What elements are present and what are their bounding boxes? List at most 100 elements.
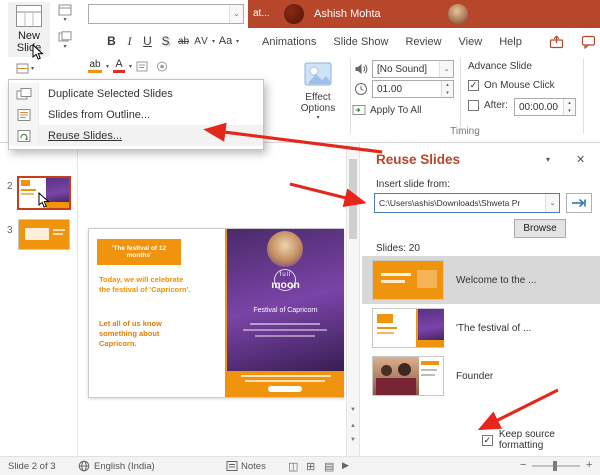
browse-button-label: Browse <box>523 223 556 234</box>
checkbox-checked-icon: ✓ <box>482 435 493 446</box>
duration-spinner[interactable]: 01.00 ▴▾ <box>372 80 454 98</box>
slide-3-thumbnail[interactable] <box>18 219 70 250</box>
thumb-text-bar <box>381 280 405 283</box>
logo-text-bottom: moon <box>227 279 344 291</box>
normal-view-icon[interactable]: ◫ <box>288 460 298 473</box>
keep-source-formatting-checkbox[interactable]: ✓ Keep source formatting <box>482 429 600 451</box>
sound-value: [No Sound] <box>373 64 427 75</box>
on-mouse-click-label: On Mouse Click <box>484 80 555 91</box>
comments-icon[interactable] <box>581 35 596 49</box>
tab-review[interactable]: Review <box>405 36 441 48</box>
reset-split-button[interactable]: ▾ <box>53 31 77 53</box>
effect-options-icon <box>304 62 332 86</box>
tab-slide-show[interactable]: Slide Show <box>333 36 388 48</box>
insert-path-combobox[interactable]: C:\Users\ashis\Downloads\Shweta Pr ⌄ <box>374 193 560 213</box>
font-color-button[interactable]: A <box>113 59 125 73</box>
after-checkbox[interactable]: After: <box>468 100 508 111</box>
text-shadow-button[interactable]: S <box>158 31 173 51</box>
poster-photo <box>267 231 303 267</box>
highlight-color-button[interactable]: ab <box>88 59 102 73</box>
insert-arrow-button[interactable] <box>566 193 592 213</box>
after-time-spinner[interactable]: 00:00.00 ▴▾ <box>514 98 576 116</box>
layout-split-button[interactable]: ▾ <box>53 4 77 26</box>
pane-close-icon[interactable]: ✕ <box>576 153 585 166</box>
thumb-text-bar <box>421 369 437 371</box>
zoom-in-icon[interactable]: + <box>586 459 592 471</box>
scrollbar-thumb[interactable] <box>349 159 357 239</box>
effect-options-label-line1: Effect <box>305 92 330 103</box>
slide-poster-panel[interactable]: full moon Festival of Capricorn <box>227 229 344 397</box>
effect-options-label-line2: Options <box>301 103 335 114</box>
tab-help[interactable]: Help <box>499 36 522 48</box>
gallery-combobox[interactable]: ⌄ <box>88 4 244 24</box>
font-color-bar <box>113 70 125 73</box>
notes-button[interactable]: Notes <box>241 461 266 472</box>
share-icon[interactable] <box>549 35 564 49</box>
status-bar: Slide 2 of 3 English (India) Notes ◫ ⊞ ▤… <box>0 456 600 475</box>
spinner-arrows[interactable]: ▴▾ <box>441 81 453 97</box>
strikethrough-button[interactable]: ab <box>176 31 191 51</box>
zoom-slider-thumb[interactable] <box>553 461 557 471</box>
after-time-value: 00:00.00 <box>515 102 558 113</box>
previous-slide-icon[interactable]: ▲ <box>350 423 356 429</box>
reuse-slides-icon <box>9 125 39 146</box>
browse-button[interactable]: Browse <box>514 219 566 238</box>
thumb-text-bar <box>377 332 394 334</box>
tab-view[interactable]: View <box>459 36 483 48</box>
thumb-text-bar <box>53 229 65 231</box>
on-mouse-click-checkbox[interactable]: ✓ On Mouse Click <box>468 80 555 91</box>
pane-options-chevron-icon[interactable]: ▾ <box>546 155 550 164</box>
reuse-item-label: Founder <box>456 371 493 382</box>
insert-slide-from-label: Insert slide from: <box>376 179 450 190</box>
language-label[interactable]: English (India) <box>94 461 155 472</box>
poster-text-line <box>243 329 327 331</box>
thumb-photo-head <box>398 363 411 376</box>
slide-paragraph-2[interactable]: Let all of us know something about Capri… <box>99 319 195 349</box>
insert-path-value: C:\Users\ashis\Downloads\Shweta Pr <box>375 198 520 208</box>
italic-button[interactable]: I <box>122 31 137 51</box>
menu-item-reuse-slides[interactable]: Reuse Slides... <box>9 125 263 146</box>
scroll-down-icon[interactable]: ▼ <box>350 407 356 413</box>
editor-scrollbar[interactable]: ▲ ▼ ▲ ▼ <box>346 143 360 456</box>
account-badge-icon[interactable] <box>284 4 304 24</box>
layout-icon <box>58 4 72 16</box>
reuse-slide-item-1[interactable]: Welcome to the ... <box>362 256 600 304</box>
section-split-button[interactable]: ▾ <box>12 58 38 78</box>
sound-combobox[interactable]: [No Sound] ⌄ <box>372 60 454 78</box>
footer-text-line <box>241 375 331 377</box>
change-case-button[interactable]: Aa <box>218 31 233 51</box>
scroll-up-icon[interactable]: ▲ <box>350 146 356 152</box>
slideshow-icon[interactable]: ▶ <box>342 460 349 471</box>
reading-view-icon[interactable]: ▤ <box>324 460 334 473</box>
document-title-partial: at... <box>253 8 270 19</box>
slides-from-outline-icon <box>9 104 39 125</box>
text-effects-button[interactable] <box>155 60 170 73</box>
reuse-slide-item-3[interactable]: Founder <box>362 352 600 400</box>
user-avatar[interactable] <box>448 4 468 24</box>
clear-formatting-button[interactable] <box>136 60 151 73</box>
logo-text-top: full <box>227 272 344 278</box>
next-slide-icon[interactable]: ▼ <box>350 437 356 443</box>
slide-title-badge[interactable]: 'The festival of 12 months' <box>97 239 181 265</box>
menu-item-slides-from-outline[interactable]: Slides from Outline... <box>9 104 263 125</box>
menu-item-duplicate-selected-slides[interactable]: Duplicate Selected Slides <box>9 83 263 104</box>
powerpoint-window: New Slide ▾ ▾ ▾ ⌄ <box>0 0 600 475</box>
chevron-down-icon: ▾ <box>316 114 319 121</box>
slide-canvas[interactable]: 'The festival of 12 months' Today, we wi… <box>88 228 344 398</box>
bold-button[interactable]: B <box>104 31 119 51</box>
tab-animations[interactable]: Animations <box>262 36 316 48</box>
effect-options-button[interactable]: Effect Options ▾ <box>292 58 344 132</box>
thumb-box <box>25 228 49 240</box>
reuse-slide-item-2[interactable]: 'The festival of ... <box>362 304 600 352</box>
zoom-out-icon[interactable]: − <box>520 459 526 471</box>
character-spacing-button[interactable]: AV <box>194 31 209 51</box>
slide-paragraph-1[interactable]: Today, we will celebrate the festival of… <box>99 275 195 295</box>
underline-button[interactable]: U <box>140 31 155 51</box>
apply-to-all-icon <box>352 104 366 116</box>
slide-sorter-icon[interactable]: ⊞ <box>306 460 315 473</box>
apply-to-all-button[interactable]: Apply To All <box>352 101 422 119</box>
new-slide-icon <box>15 4 43 28</box>
thumb-photo-body <box>376 378 416 395</box>
spinner-arrows[interactable]: ▴▾ <box>563 99 575 115</box>
thumb-badge <box>377 314 393 323</box>
